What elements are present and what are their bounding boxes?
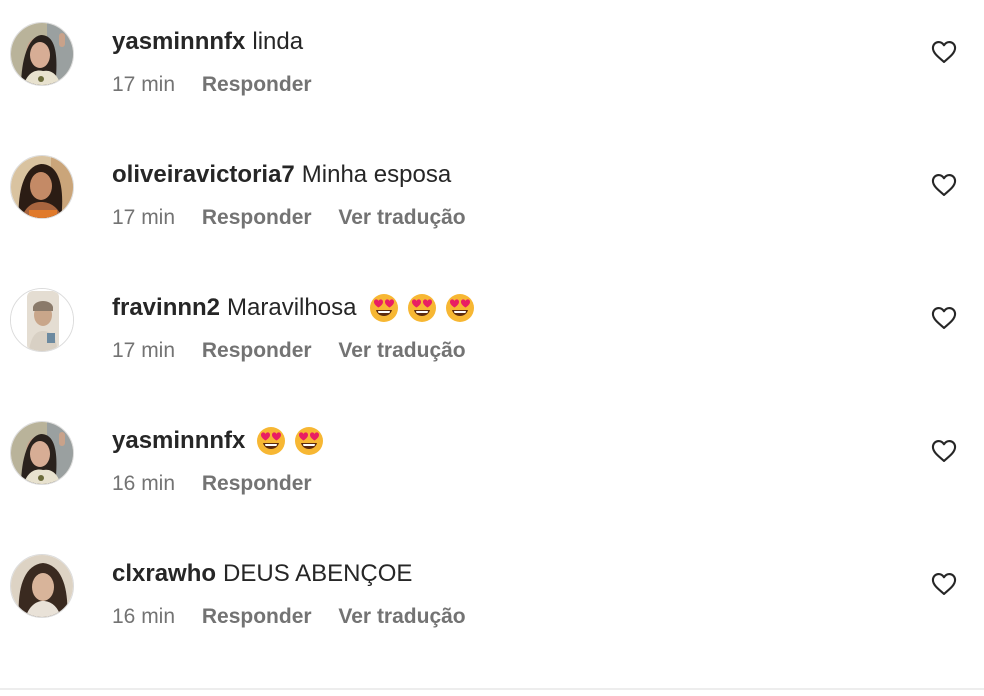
comment-time[interactable]: 16 min	[112, 472, 175, 495]
comment-item: fravinnn2 Maravilhosa 17 min Responder V…	[0, 266, 984, 399]
avatar[interactable]	[10, 421, 74, 485]
divider	[0, 688, 984, 690]
reply-button[interactable]: Responder	[202, 73, 312, 96]
see-translation-button[interactable]: Ver tradução	[338, 206, 465, 229]
heart-outline-icon[interactable]	[930, 437, 958, 465]
comment-username[interactable]: yasminnnfx	[112, 425, 245, 457]
comment-username[interactable]: oliveiravictoria7	[112, 159, 295, 191]
comment-line: yasminnnfx	[112, 425, 333, 457]
comment-line: oliveiravictoria7 Minha esposa	[112, 159, 487, 191]
comment-meta: 16 min Responder Ver tradução	[112, 603, 487, 631]
comment-meta: 17 min Responder Ver tradução	[112, 337, 487, 365]
comment-username[interactable]: clxrawho	[112, 558, 216, 590]
avatar[interactable]	[10, 22, 74, 86]
reply-button[interactable]: Responder	[202, 339, 312, 362]
comment-line: clxrawho DEUS ABENÇOE	[112, 558, 487, 590]
see-translation-button[interactable]: Ver tradução	[338, 605, 465, 628]
comment-list: yasminnnfx linda 17 min Responder olivei…	[0, 0, 984, 696]
reply-button[interactable]: Responder	[202, 206, 312, 229]
comment-time[interactable]: 17 min	[112, 339, 175, 362]
heart-outline-icon[interactable]	[930, 171, 958, 199]
avatar[interactable]	[10, 554, 74, 618]
comment-text: linda	[252, 28, 304, 55]
reply-button[interactable]: Responder	[202, 472, 312, 495]
comment-item: yasminnnfx 16 min Responder	[0, 399, 984, 532]
comment-text: Minha esposa	[301, 161, 452, 188]
avatar[interactable]	[10, 155, 74, 219]
heart-eyes-emoji	[406, 292, 438, 324]
comment-item: oliveiravictoria7 Minha esposa 17 min Re…	[0, 133, 984, 266]
comment-body: oliveiravictoria7 Minha esposa 17 min Re…	[112, 159, 487, 232]
see-translation-button[interactable]: Ver tradução	[338, 339, 465, 362]
heart-outline-icon[interactable]	[930, 38, 958, 66]
comment-time[interactable]: 16 min	[112, 605, 175, 628]
heart-outline-icon[interactable]	[930, 570, 958, 598]
heart-eyes-emoji	[255, 425, 287, 457]
comment-body: yasminnnfx 16 min Responder	[112, 425, 333, 498]
comment-text: Maravilhosa	[227, 294, 357, 321]
comment-body: yasminnnfx linda 17 min Responder	[112, 26, 333, 99]
comment-time[interactable]: 17 min	[112, 73, 175, 96]
comment-username[interactable]: fravinnn2	[112, 292, 220, 324]
comment-time[interactable]: 17 min	[112, 206, 175, 229]
comment-line: yasminnnfx linda	[112, 26, 333, 58]
avatar[interactable]	[10, 288, 74, 352]
heart-outline-icon[interactable]	[930, 304, 958, 332]
comment-body: fravinnn2 Maravilhosa 17 min Responder V…	[112, 292, 487, 365]
reply-button[interactable]: Responder	[202, 605, 312, 628]
heart-eyes-emoji	[444, 292, 476, 324]
comment-item: yasminnnfx linda 17 min Responder	[0, 0, 984, 133]
comment-item: clxrawho DEUS ABENÇOE 16 min Responder V…	[0, 532, 984, 665]
comment-meta: 17 min Responder Ver tradução	[112, 204, 487, 232]
comment-line: fravinnn2 Maravilhosa	[112, 292, 487, 324]
heart-eyes-emoji	[293, 425, 325, 457]
comment-username[interactable]: yasminnnfx	[112, 26, 245, 58]
heart-eyes-emoji	[368, 292, 400, 324]
comment-body: clxrawho DEUS ABENÇOE 16 min Responder V…	[112, 558, 487, 631]
comment-text: DEUS ABENÇOE	[223, 560, 413, 587]
comment-meta: 16 min Responder	[112, 470, 333, 498]
comment-meta: 17 min Responder	[112, 71, 333, 99]
